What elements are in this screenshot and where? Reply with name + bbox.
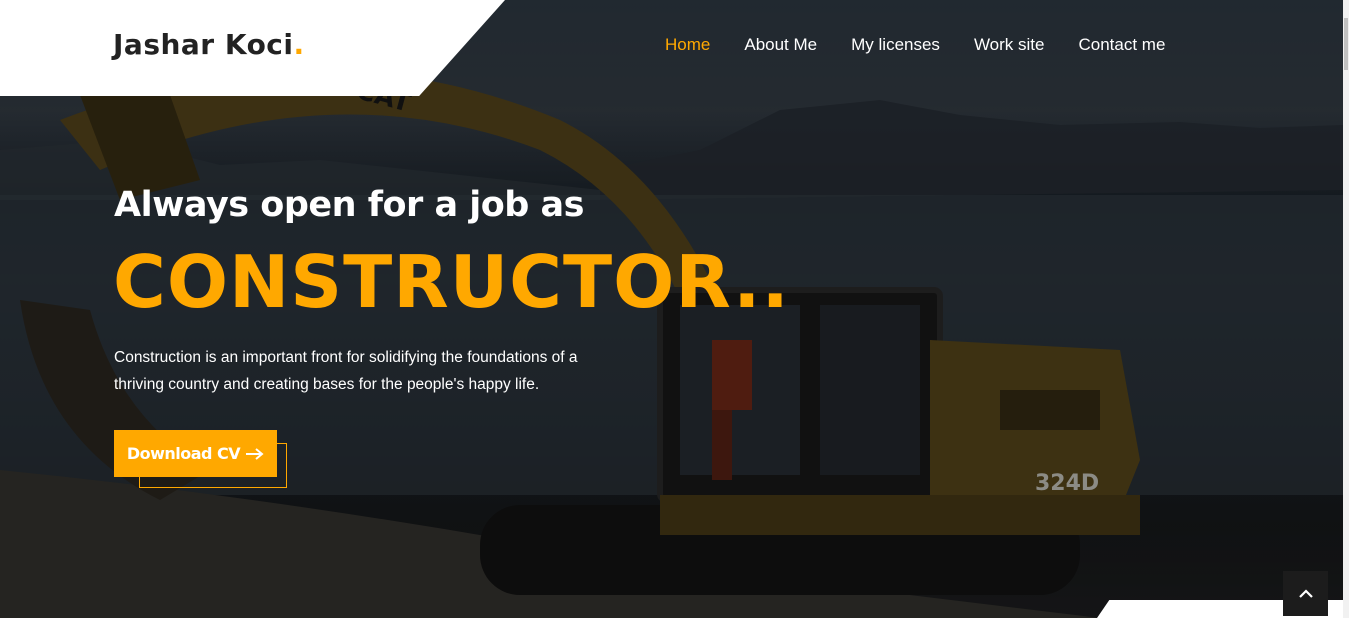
hero-headline: Always open for a job as xyxy=(114,185,585,225)
page-scrollbar[interactable] xyxy=(1343,0,1349,618)
download-cv-label: Download CV xyxy=(126,444,241,463)
brand-dot: . xyxy=(293,28,305,61)
scroll-to-top-button[interactable] xyxy=(1283,571,1328,616)
hero-role-title: CONSTRUCTOR.. xyxy=(113,240,790,324)
download-cv-button[interactable]: Download CV xyxy=(114,430,277,477)
brand-name: Jashar Koci xyxy=(113,28,294,61)
main-navigation: Home About Me My licenses Work site Cont… xyxy=(665,35,1165,55)
nav-item-contact-me[interactable]: Contact me xyxy=(1078,35,1165,55)
brand-logo[interactable]: Jashar Koci. xyxy=(113,28,305,61)
nav-item-my-licenses[interactable]: My licenses xyxy=(851,35,940,55)
arrow-right-icon xyxy=(246,447,264,460)
nav-item-about-me[interactable]: About Me xyxy=(744,35,817,55)
nav-item-home[interactable]: Home xyxy=(665,35,710,55)
scrollbar-thumb[interactable] xyxy=(1344,18,1348,70)
nav-item-work-site[interactable]: Work site xyxy=(974,35,1045,55)
chevron-up-icon xyxy=(1298,588,1313,598)
hero-description: Construction is an important front for s… xyxy=(114,349,578,393)
